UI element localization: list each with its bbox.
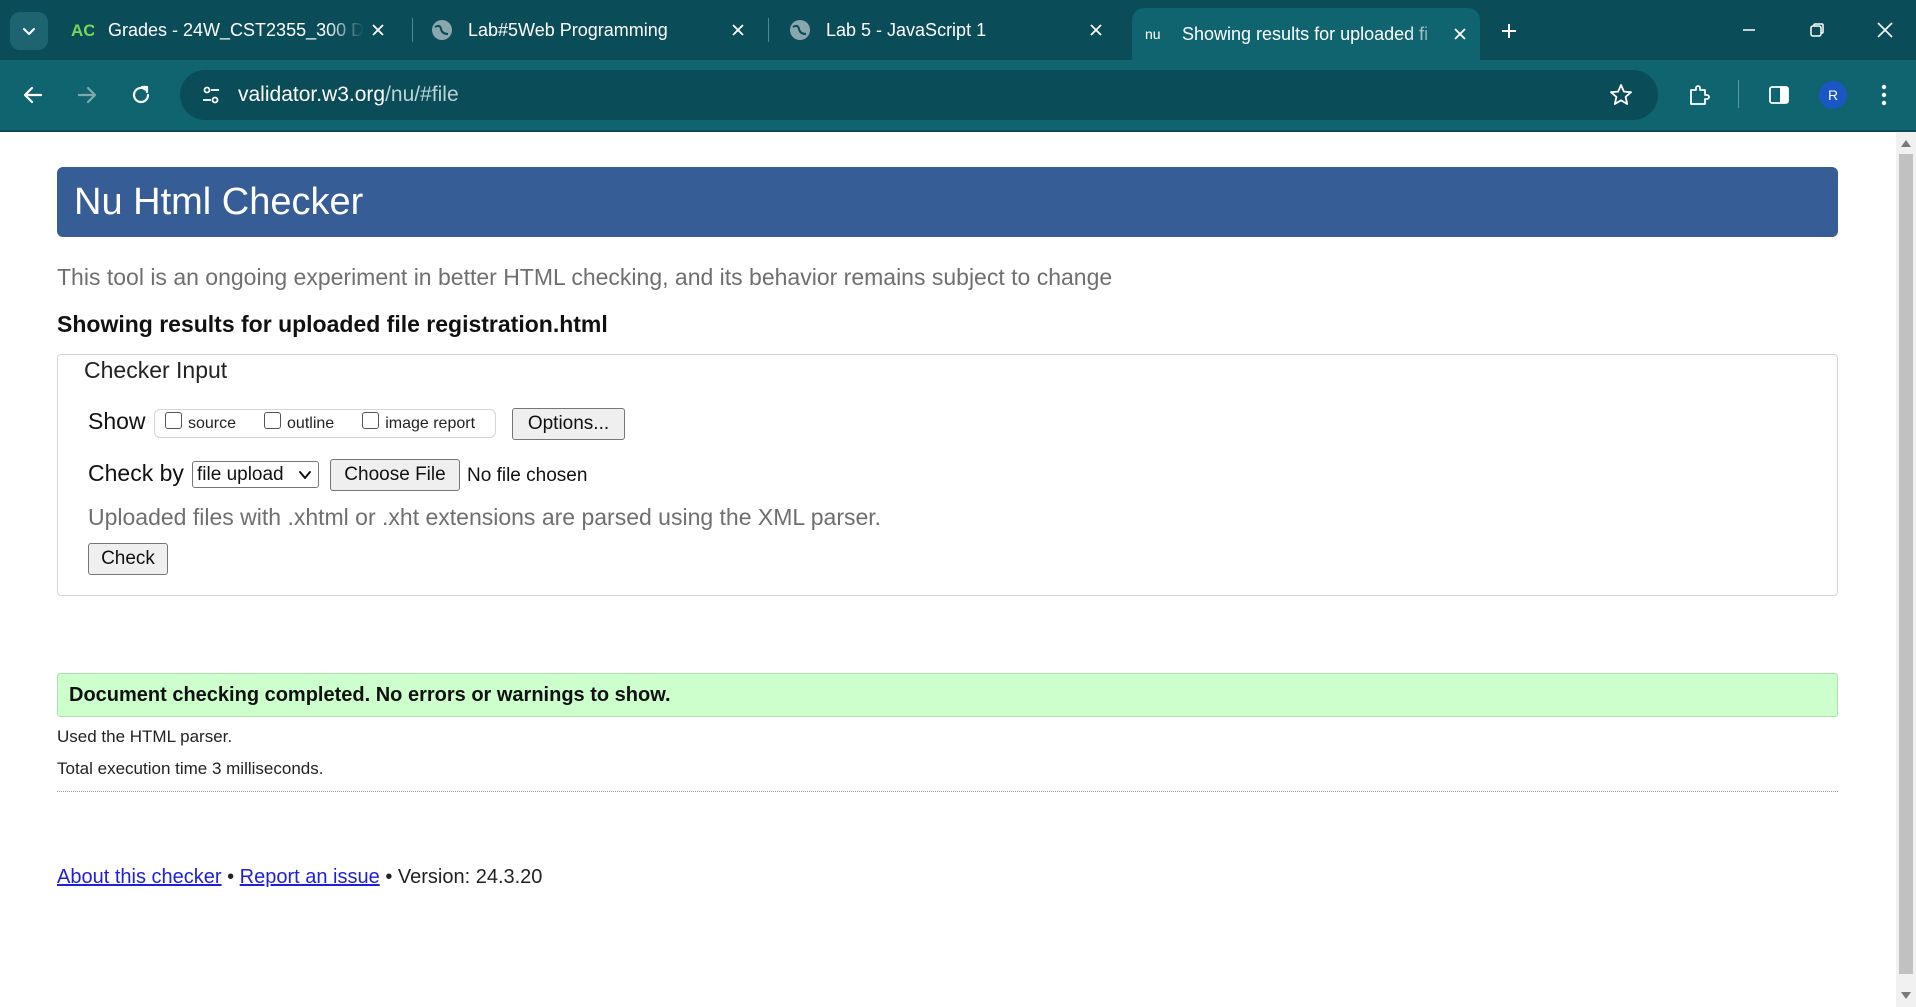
url-host: validator.w3.org: [238, 83, 386, 106]
toolbar-separator: [1738, 80, 1739, 108]
globe-icon: [788, 18, 812, 42]
plus-icon: [1502, 24, 1516, 38]
restore-button[interactable]: [1794, 10, 1840, 50]
chevron-down-icon: [299, 471, 311, 479]
show-outline-checkbox[interactable]: outline: [264, 412, 335, 433]
forward-button[interactable]: [66, 74, 108, 116]
reload-button[interactable]: [120, 74, 162, 116]
success-message: Document checking completed. No errors o…: [57, 673, 1838, 717]
reload-icon: [132, 85, 150, 104]
vertical-scrollbar[interactable]: [1896, 132, 1916, 1007]
browser-toolbar: validator.w3.org/nu/#file R: [0, 60, 1916, 132]
address-bar[interactable]: validator.w3.org/nu/#file: [180, 70, 1658, 120]
arrow-left-icon: [23, 86, 43, 104]
scroll-down-arrow[interactable]: [1901, 992, 1911, 999]
close-tab-icon[interactable]: [724, 16, 752, 44]
tab-lab5-javascript[interactable]: Lab 5 - JavaScript 1: [776, 10, 1116, 50]
checkbox-label: image report: [385, 414, 476, 432]
footer: About this checker • Report an issue • V…: [57, 866, 542, 889]
execution-time: Total execution time 3 milliseconds.: [57, 759, 324, 778]
intro-text: This tool is an ongoing experiment in be…: [57, 264, 1113, 290]
tab-grades[interactable]: AC Grades - 24W_CST2355_300 Da: [58, 10, 398, 50]
checkbox-box[interactable]: [165, 412, 182, 429]
tab-separator: [768, 18, 769, 42]
tab-lab5-web-programming[interactable]: Lab#5Web Programming: [418, 10, 758, 50]
checkbox-label: outline: [287, 414, 335, 432]
back-button[interactable]: [12, 74, 54, 116]
close-icon: [1877, 22, 1893, 38]
scrollbar-thumb[interactable]: [1899, 154, 1913, 974]
checker-input-fieldset: [57, 354, 1838, 596]
ac-logo-icon: AC: [70, 18, 94, 42]
globe-icon: [430, 18, 454, 42]
show-label: Show: [88, 408, 146, 434]
side-panel-icon: [1769, 86, 1789, 104]
check-button[interactable]: Check: [88, 543, 168, 575]
check-by-select[interactable]: file upload: [192, 461, 319, 488]
scroll-up-arrow[interactable]: [1901, 140, 1911, 147]
tab-title: Lab#5Web Programming: [468, 19, 668, 40]
close-tab-icon[interactable]: [364, 16, 392, 44]
nu-logo-icon: nu: [1144, 22, 1168, 46]
check-by-value: file upload: [197, 463, 284, 485]
bookmark-star-icon[interactable]: [1604, 78, 1638, 112]
results-heading: Showing results for uploaded file regist…: [57, 311, 608, 337]
show-source-checkbox[interactable]: source: [165, 412, 237, 433]
kebab-menu-icon: [1881, 84, 1887, 106]
close-window-button[interactable]: [1862, 10, 1908, 50]
footer-separator: •: [227, 866, 235, 888]
tab-title: Lab 5 - JavaScript 1: [826, 19, 987, 40]
page-title: Nu Html Checker: [57, 167, 1838, 237]
avatar: R: [1819, 81, 1847, 109]
menu-button[interactable]: [1866, 74, 1902, 116]
checkbox-box[interactable]: [362, 412, 380, 429]
parser-info: Used the HTML parser.: [57, 727, 233, 746]
svg-text:nu: nu: [1145, 26, 1161, 42]
chevron-down-icon: [23, 28, 35, 35]
arrow-right-icon: [77, 86, 97, 104]
url-path: /nu/#file: [385, 83, 459, 106]
show-image-report-checkbox[interactable]: image report: [362, 412, 476, 433]
checker-input-legend: Checker Input: [80, 357, 232, 384]
check-by-label: Check by: [88, 460, 184, 486]
xml-parser-hint: Uploaded files with .xhtml or .xht exten…: [88, 504, 882, 530]
report-issue-link[interactable]: Report an issue: [240, 866, 380, 888]
tab-search-button[interactable]: [10, 12, 48, 50]
profile-button[interactable]: R: [1812, 74, 1854, 116]
about-checker-link[interactable]: About this checker: [57, 866, 222, 888]
tab-title: Showing results for uploaded fi: [1182, 23, 1429, 44]
divider: [57, 791, 1838, 792]
minimize-icon: [1743, 29, 1755, 31]
close-tab-icon[interactable]: [1082, 16, 1110, 44]
tab-separator: [412, 18, 413, 42]
site-info-icon[interactable]: [186, 70, 236, 120]
url-text: validator.w3.org/nu/#file: [238, 83, 459, 107]
tab-nu-checker-results[interactable]: nu Showing results for uploaded fi: [1132, 8, 1480, 60]
close-tab-icon[interactable]: [1446, 20, 1474, 48]
tab-title: Grades - 24W_CST2355_300 Da: [108, 19, 364, 40]
svg-text:AC: AC: [71, 21, 94, 40]
version-text: • Version: 24.3.20: [385, 866, 543, 888]
options-button[interactable]: Options...: [512, 408, 625, 440]
choose-file-button[interactable]: Choose File: [330, 459, 460, 491]
side-panel-button[interactable]: [1758, 74, 1800, 116]
puzzle-icon: [1690, 85, 1710, 105]
no-file-chosen-text: No file chosen: [467, 465, 588, 486]
checkbox-box[interactable]: [264, 412, 282, 429]
new-tab-button[interactable]: [1492, 14, 1526, 48]
checkbox-label: source: [188, 414, 237, 432]
show-options-group: source outline image report: [154, 409, 496, 438]
restore-icon: [1810, 23, 1824, 37]
extensions-button[interactable]: [1678, 74, 1720, 116]
minimize-button[interactable]: [1726, 10, 1772, 50]
tab-strip: AC Grades - 24W_CST2355_300 Da Lab#5Web …: [0, 0, 1916, 60]
page-viewport: Nu Html Checker This tool is an ongoing …: [0, 132, 1896, 1007]
